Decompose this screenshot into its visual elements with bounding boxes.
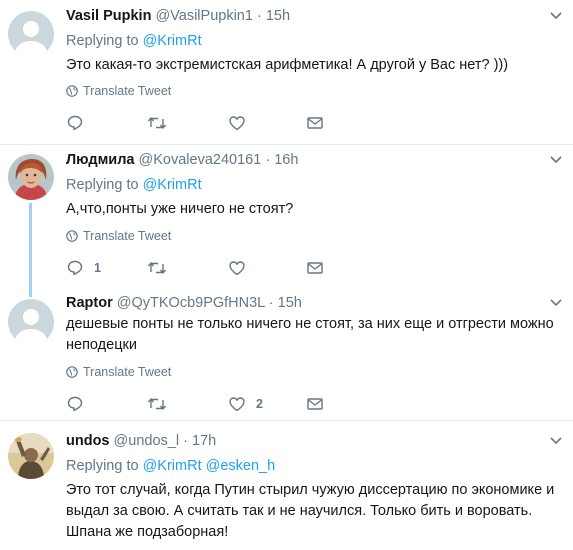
replying-to-label: Replying to bbox=[66, 458, 139, 474]
avatar[interactable] bbox=[8, 433, 54, 479]
avatar[interactable] bbox=[8, 299, 54, 345]
reply-icon bbox=[67, 260, 83, 276]
mention-link[interactable]: @KrimRt bbox=[143, 33, 202, 49]
replying-to-label: Replying to bbox=[66, 177, 139, 193]
like-button[interactable]: 2 bbox=[228, 394, 263, 414]
retweet-icon bbox=[147, 398, 167, 410]
mention-link[interactable]: @KrimRt bbox=[143, 458, 202, 474]
timestamp[interactable]: 15h bbox=[266, 8, 290, 24]
like-icon bbox=[229, 261, 245, 276]
message-button[interactable] bbox=[306, 113, 324, 133]
tweet-feed: Vasil Pupkin @VasilPupkin1 · 15h Replyin… bbox=[0, 0, 573, 550]
translate-tweet-link[interactable]: Translate Tweet bbox=[66, 228, 171, 244]
tweet-header: Raptor @QyTKOcb9PGfHN3L · 15h bbox=[66, 294, 302, 312]
user-photo-avatar bbox=[8, 154, 54, 200]
reply-count: 1 bbox=[94, 261, 101, 275]
globe-icon bbox=[66, 85, 78, 97]
replying-to: Replying to @KrimRt @esken_h bbox=[66, 457, 275, 475]
like-button[interactable] bbox=[228, 113, 256, 133]
replying-to: Replying to @KrimRt bbox=[66, 176, 202, 194]
thread-line bbox=[29, 289, 32, 297]
display-name[interactable]: Raptor bbox=[66, 295, 113, 311]
timestamp[interactable]: 17h bbox=[192, 433, 216, 449]
translate-label: Translate Tweet bbox=[83, 365, 172, 379]
retweet-icon bbox=[147, 262, 167, 274]
tweet[interactable]: Людмила @Kovaleva240161 · 16h Replying t… bbox=[0, 145, 573, 289]
globe-icon bbox=[66, 230, 78, 242]
retweet-button[interactable] bbox=[147, 113, 167, 133]
retweet-button[interactable] bbox=[147, 394, 167, 414]
chevron-down-icon[interactable] bbox=[549, 11, 563, 21]
user-handle[interactable]: @undos_l bbox=[114, 433, 180, 449]
separator-dot: · bbox=[183, 433, 188, 449]
like-count: 2 bbox=[256, 397, 263, 411]
tweet-actions: 1 bbox=[66, 258, 366, 278]
tweet[interactable]: Raptor @QyTKOcb9PGfHN3L · 15h дешевые по… bbox=[0, 289, 573, 420]
user-handle[interactable]: @Kovaleva240161 bbox=[139, 152, 262, 168]
message-icon bbox=[307, 262, 323, 274]
tweet-header: Vasil Pupkin @VasilPupkin1 · 15h bbox=[66, 7, 290, 25]
tweet-text: Это какая-то экстремистская арифметика! … bbox=[66, 57, 509, 73]
separator-dot: · bbox=[256, 8, 262, 24]
tweet-text: А,что,понты уже ничего не стоят? bbox=[66, 201, 294, 217]
like-icon bbox=[229, 397, 245, 412]
reply-button[interactable] bbox=[66, 394, 94, 414]
tweet-text: Это тот случай, когда Путин стырил чужую… bbox=[66, 482, 555, 540]
tweet-actions: 2 bbox=[66, 394, 366, 414]
default-avatar-icon bbox=[8, 299, 54, 345]
avatar[interactable] bbox=[8, 154, 54, 200]
message-button[interactable] bbox=[306, 258, 324, 278]
message-icon bbox=[307, 117, 323, 129]
like-button[interactable] bbox=[228, 258, 256, 278]
reply-icon bbox=[67, 115, 83, 131]
timestamp[interactable]: 16h bbox=[274, 152, 298, 168]
chevron-down-icon[interactable] bbox=[549, 436, 563, 446]
message-icon bbox=[307, 398, 323, 410]
translate-label: Translate Tweet bbox=[83, 84, 172, 98]
translate-tweet-link[interactable]: Translate Tweet bbox=[66, 364, 171, 380]
display-name[interactable]: Vasil Pupkin bbox=[66, 8, 151, 24]
user-handle[interactable]: @VasilPupkin1 bbox=[155, 8, 252, 24]
timestamp[interactable]: 15h bbox=[278, 295, 302, 311]
separator-dot: · bbox=[265, 152, 271, 168]
thread-line bbox=[29, 203, 32, 289]
replying-to-label: Replying to bbox=[66, 33, 139, 49]
user-handle[interactable]: @QyTKOcb9PGfHN3L bbox=[117, 295, 265, 311]
chevron-down-icon[interactable] bbox=[549, 155, 563, 165]
user-photo-avatar bbox=[8, 433, 54, 479]
tweet[interactable]: Vasil Pupkin @VasilPupkin1 · 15h Replyin… bbox=[0, 0, 573, 144]
translate-tweet-link[interactable]: Translate Tweet bbox=[66, 83, 171, 99]
chevron-down-icon[interactable] bbox=[549, 298, 563, 308]
mention-link[interactable]: @KrimRt bbox=[143, 177, 202, 193]
tweet[interactable]: undos @undos_l · 17h Replying to @KrimRt… bbox=[0, 421, 573, 550]
default-avatar-icon bbox=[8, 11, 54, 57]
message-button[interactable] bbox=[306, 394, 324, 414]
globe-icon bbox=[66, 366, 78, 378]
retweet-button[interactable] bbox=[147, 258, 167, 278]
replying-to: Replying to @KrimRt bbox=[66, 32, 202, 50]
reply-icon bbox=[67, 396, 83, 412]
tweet-header: Людмила @Kovaleva240161 · 16h bbox=[66, 151, 298, 169]
display-name[interactable]: undos bbox=[66, 433, 110, 449]
translate-label: Translate Tweet bbox=[83, 229, 172, 243]
avatar[interactable] bbox=[8, 11, 54, 57]
reply-button[interactable] bbox=[66, 113, 94, 133]
tweet-header: undos @undos_l · 17h bbox=[66, 432, 216, 450]
separator-dot: · bbox=[268, 295, 274, 311]
mention-link[interactable]: @esken_h bbox=[206, 458, 276, 474]
display-name[interactable]: Людмила bbox=[66, 152, 135, 168]
reply-button[interactable]: 1 bbox=[66, 258, 101, 278]
retweet-icon bbox=[147, 117, 167, 129]
like-icon bbox=[229, 116, 245, 131]
tweet-text: дешевые понты не только ничего не стоят,… bbox=[66, 316, 554, 353]
tweet-actions bbox=[66, 113, 366, 133]
